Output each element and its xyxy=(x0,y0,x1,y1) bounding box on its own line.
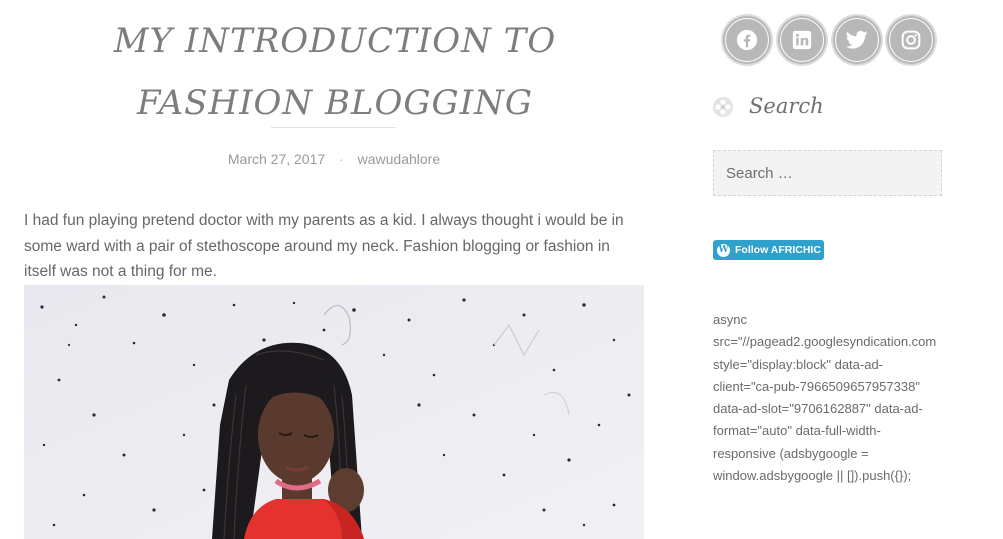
instagram-ring xyxy=(889,18,933,62)
flower-icon xyxy=(713,97,733,117)
post-title: My Introduction to Fashion Blogging xyxy=(70,10,600,134)
wordpress-icon: W xyxy=(717,243,730,257)
twitter-ring xyxy=(835,18,879,62)
search-input[interactable] xyxy=(713,150,942,196)
post-meta: March 27, 2017 · wawudahlore xyxy=(0,151,668,167)
follow-blog-button[interactable]: W Follow AFRICHIC xyxy=(713,240,824,260)
post-title-line-2: Fashion Blogging xyxy=(136,83,534,123)
ad-code-text: async src="//pagead2.googlesyndication.c… xyxy=(713,312,937,484)
post-title-line-1: My Introduction to xyxy=(113,21,557,61)
post-paragraph: I had fun playing pretend doctor with my… xyxy=(24,212,624,280)
follow-blog-label: Follow AFRICHIC xyxy=(735,244,821,256)
facebook-link[interactable] xyxy=(723,16,771,64)
facebook-ring xyxy=(725,18,769,62)
instagram-link[interactable] xyxy=(887,16,935,64)
twitter-link[interactable] xyxy=(833,16,881,64)
post-author-link[interactable]: wawudahlore xyxy=(358,151,441,167)
post-photo xyxy=(24,285,644,539)
linkedin-link[interactable] xyxy=(778,16,826,64)
search-widget-title: Search xyxy=(749,94,824,118)
post-date-link[interactable]: March 27, 2017 xyxy=(228,151,325,167)
meta-separator: · xyxy=(339,151,344,167)
title-divider xyxy=(271,127,396,128)
linkedin-ring xyxy=(780,18,824,62)
